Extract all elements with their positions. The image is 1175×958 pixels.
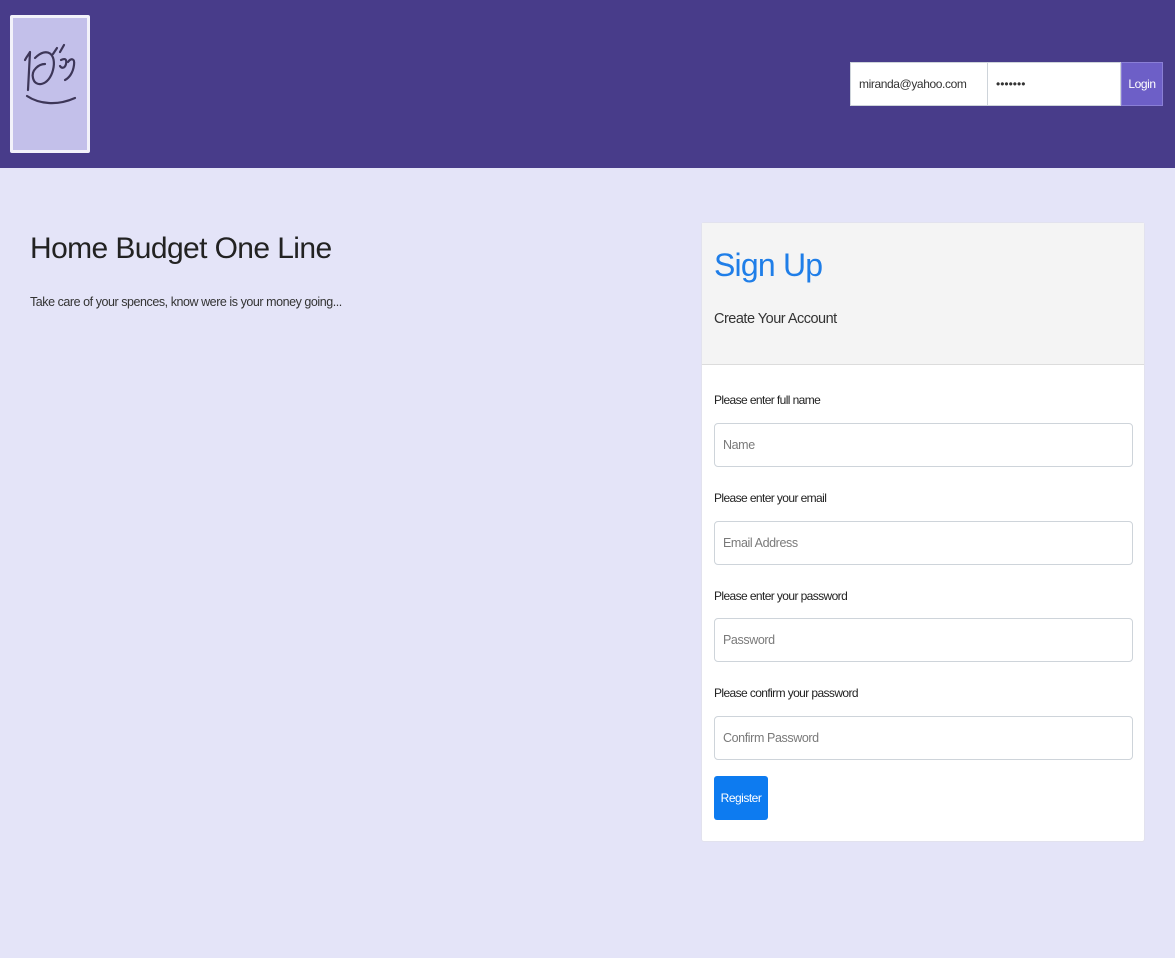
login-email-input[interactable] [850, 62, 987, 106]
password-label: Please enter your password [714, 589, 848, 603]
full-name-input[interactable] [714, 423, 1133, 467]
login-password-input[interactable] [987, 62, 1121, 106]
email-label: Please enter your email [714, 491, 827, 505]
login-button[interactable]: Login [1121, 62, 1163, 106]
confirm-password-input[interactable] [714, 716, 1133, 760]
register-button[interactable]: Register [714, 776, 768, 820]
email-input[interactable] [714, 521, 1133, 565]
signup-title: Sign Up [714, 247, 823, 283]
confirm-password-label: Please confirm your password [714, 686, 859, 700]
page-title: Home Budget One Line [30, 232, 332, 265]
password-input[interactable] [714, 618, 1133, 662]
login-form: Login [850, 62, 1163, 106]
logo[interactable] [10, 15, 90, 153]
top-navbar: Login [0, 0, 1175, 168]
full-name-label: Please enter full name [714, 393, 821, 407]
page-subtitle: Take care of your spences, know were is … [30, 295, 342, 309]
signup-subtitle: Create Your Account [714, 311, 837, 327]
signup-card-header: Sign Up Create Your Account [702, 223, 1144, 365]
signup-card: Sign Up Create Your Account Please enter… [701, 222, 1145, 842]
handwritten-logo-icon [23, 43, 77, 105]
